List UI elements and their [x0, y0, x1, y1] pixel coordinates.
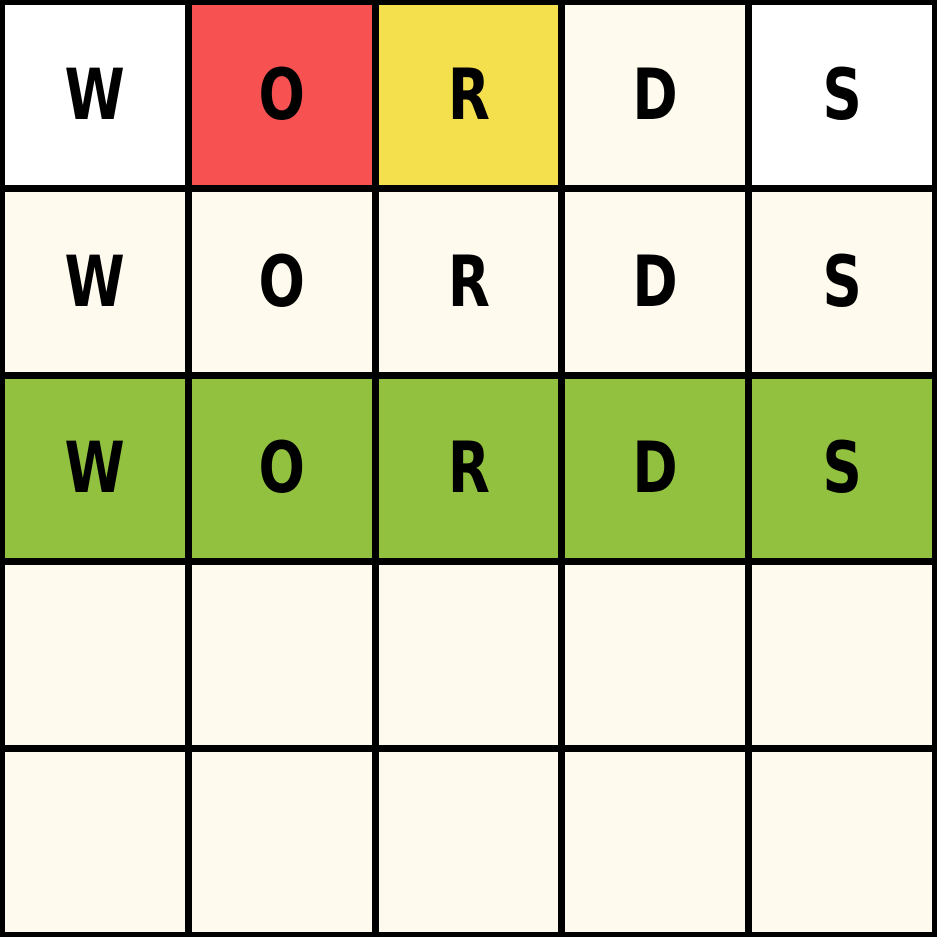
letter-tile[interactable]: R	[378, 191, 559, 372]
tile-letter: S	[822, 427, 862, 510]
letter-tile[interactable]	[752, 565, 932, 746]
letter-tile[interactable]: S	[752, 378, 932, 559]
tile-letter: O	[258, 427, 305, 510]
letter-tile[interactable]	[565, 752, 746, 932]
letter-tile[interactable]: O	[191, 5, 372, 185]
letter-tile[interactable]	[191, 565, 372, 746]
letter-tile[interactable]: S	[752, 191, 932, 372]
tile-letter: W	[64, 53, 126, 136]
letter-tile[interactable]	[5, 565, 185, 746]
tile-letter: D	[632, 427, 678, 510]
tile-letter: D	[632, 240, 678, 323]
letter-tile[interactable]	[378, 752, 559, 932]
tile-letter: S	[822, 53, 862, 136]
tile-letter: D	[632, 53, 678, 136]
tile-letter: R	[447, 53, 490, 136]
letter-tile[interactable]: D	[565, 5, 746, 185]
letter-tile[interactable]	[191, 752, 372, 932]
letter-tile[interactable]: W	[5, 5, 185, 185]
tile-letter: R	[447, 427, 490, 510]
letter-tile[interactable]: D	[565, 378, 746, 559]
tile-letter: R	[447, 240, 490, 323]
tile-letter: W	[64, 240, 126, 323]
tile-letter: S	[822, 240, 862, 323]
letter-tile[interactable]: R	[378, 5, 559, 185]
letter-tile[interactable]: S	[752, 5, 932, 185]
letter-tile[interactable]	[565, 565, 746, 746]
letter-tile[interactable]	[5, 752, 185, 932]
tile-letter: O	[258, 53, 305, 136]
tile-letter: O	[258, 240, 305, 323]
letter-tile[interactable]	[378, 565, 559, 746]
letter-tile[interactable]: W	[5, 191, 185, 372]
letter-tile[interactable]: O	[191, 378, 372, 559]
word-grid: W O R D S W O R D S W O R D S	[0, 0, 937, 937]
letter-tile[interactable]: R	[378, 378, 559, 559]
letter-tile[interactable]	[752, 752, 932, 932]
letter-tile[interactable]: O	[191, 191, 372, 372]
letter-tile[interactable]: W	[5, 378, 185, 559]
letter-tile[interactable]: D	[565, 191, 746, 372]
tile-letter: W	[64, 427, 126, 510]
